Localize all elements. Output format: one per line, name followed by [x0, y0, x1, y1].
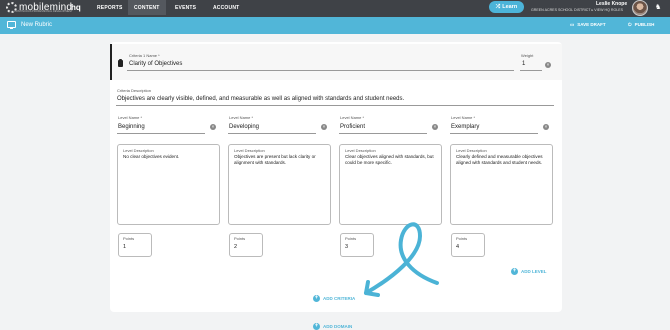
sub-header: New Rubric ▭ SAVE DRAFT ⏻ PUBLISH — [0, 17, 670, 34]
level-name-label: Level Name * — [451, 115, 476, 120]
level-description-text: No clear objectives evident. — [123, 154, 180, 159]
add-level-label: ADD LEVEL — [521, 269, 547, 274]
plus-icon: + — [313, 323, 320, 330]
nav-link-content[interactable]: CONTENT — [128, 0, 166, 15]
publish-label: PUBLISH — [634, 22, 655, 27]
nav-link-events[interactable]: EVENTS — [175, 5, 196, 11]
shuffle-icon: ⤮ — [495, 3, 501, 10]
level-description-field[interactable]: Level Description Objectives are present… — [228, 144, 331, 225]
level-name-label: Level Name * — [229, 115, 254, 120]
bell-icon[interactable]: ♞ — [655, 3, 661, 11]
criteria-description-input[interactable]: Objectives are clearly visible, defined,… — [117, 96, 404, 102]
publish-button[interactable]: ⏻ PUBLISH — [628, 22, 654, 27]
level-description-label: Level Description — [123, 148, 154, 153]
level-description-text: Objectives are present but lack clarity … — [234, 154, 316, 165]
points-label: Points — [345, 236, 357, 241]
criteria-name-input[interactable]: Clarity of Objectives — [129, 61, 182, 67]
user-name: Leslie Knope — [596, 1, 628, 7]
remove-criteria-icon[interactable]: × — [545, 62, 551, 68]
level-name-input[interactable]: Beginning — [118, 124, 145, 130]
weight-input[interactable]: 1 — [522, 61, 525, 67]
level-description-field[interactable]: Level Description Clear objectives align… — [339, 144, 442, 225]
level-name-underline — [450, 133, 538, 134]
level-description-field[interactable]: Level Description No clear objectives ev… — [117, 144, 220, 225]
page-title: New Rubric — [21, 22, 53, 28]
nav-link-account[interactable]: ACCOUNT — [213, 5, 239, 11]
level-name-underline — [339, 133, 427, 134]
points-value: 1 — [123, 244, 127, 250]
level-name-input[interactable]: Proficient — [340, 124, 365, 130]
level-description-label: Level Description — [234, 148, 265, 153]
add-criteria-button[interactable]: + ADD CRITERIA — [313, 295, 355, 302]
criteria-description-underline — [116, 105, 554, 106]
points-label: Points — [456, 236, 468, 241]
points-label: Points — [234, 236, 246, 241]
points-field[interactable]: Points 3 — [340, 233, 374, 257]
points-value: 2 — [234, 244, 238, 250]
criteria-description-label: Criteria Description — [117, 88, 152, 93]
add-criteria-label: ADD CRITERIA — [323, 296, 356, 301]
power-icon: ⏻ — [628, 22, 632, 27]
avatar[interactable] — [632, 0, 648, 16]
level-description-label: Level Description — [456, 148, 487, 153]
points-value: 4 — [456, 244, 460, 250]
criteria-name-label: Criteria 1 Name * — [129, 53, 160, 58]
level-name-input[interactable]: Developing — [229, 124, 259, 130]
logo-subtitle: CONTINUOUS PROFESSIONAL DEVELOPMENT — [14, 10, 73, 13]
monitor-icon — [7, 21, 16, 29]
level-name-underline — [228, 133, 316, 134]
level-description-text: Clear objectives aligned with standards,… — [345, 154, 434, 165]
clipboard-icon — [118, 59, 123, 67]
save-draft-label: SAVE DRAFT — [577, 22, 606, 27]
user-org[interactable]: GREEN ACRES SCHOOL DISTRICT ▸ VIEW HQ RO… — [531, 8, 623, 12]
top-nav: mobilemind CONTINUOUS PROFESSIONAL DEVEL… — [0, 0, 670, 17]
plus-icon: + — [511, 268, 518, 275]
learn-label: Learn — [502, 4, 518, 10]
save-icon: ▭ — [570, 22, 575, 27]
level-description-text: Clearly defined and measurable objective… — [456, 154, 543, 165]
add-domain-label: ADD DOMAIN — [323, 324, 353, 329]
points-field[interactable]: Points 1 — [118, 233, 152, 257]
add-domain-button[interactable]: + ADD DOMAIN — [313, 323, 352, 330]
points-value: 3 — [345, 244, 349, 250]
add-level-button[interactable]: + ADD LEVEL — [511, 268, 547, 275]
learn-button[interactable]: ⤮ Learn — [489, 1, 524, 13]
criteria-name-underline — [127, 70, 514, 71]
save-draft-button[interactable]: ▭ SAVE DRAFT — [570, 22, 606, 28]
level-name-underline — [117, 133, 205, 134]
nav-link-reports[interactable]: REPORTS — [97, 5, 123, 11]
points-label: Points — [123, 236, 135, 241]
level-name-label: Level Name * — [340, 115, 365, 120]
level-name-input[interactable]: Exemplary — [451, 124, 479, 130]
weight-label: Weight — [521, 53, 534, 58]
remove-level-icon[interactable]: × — [432, 124, 438, 130]
weight-underline — [520, 70, 542, 71]
plus-icon: + — [313, 295, 320, 302]
level-name-label: Level Name * — [118, 115, 143, 120]
logo-hq: hq — [71, 3, 81, 12]
points-field[interactable]: Points 2 — [229, 233, 263, 257]
level-description-label: Level Description — [345, 148, 376, 153]
remove-level-icon[interactable]: × — [321, 124, 327, 130]
remove-level-icon[interactable]: × — [210, 124, 216, 130]
points-field[interactable]: Points 4 — [451, 233, 485, 257]
level-description-field[interactable]: Level Description Clearly defined and me… — [450, 144, 553, 225]
remove-level-icon[interactable]: × — [543, 124, 549, 130]
